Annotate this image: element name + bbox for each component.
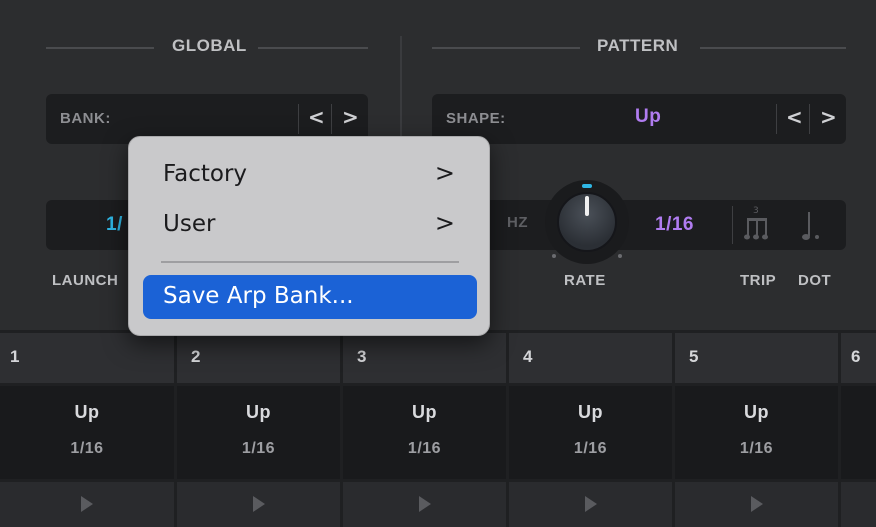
- dotted-note-icon[interactable]: [800, 204, 830, 244]
- step-shape: Up: [412, 402, 437, 422]
- global-divider-right: [258, 47, 368, 49]
- play-icon: [252, 496, 265, 512]
- knob-min-mark: [552, 254, 556, 258]
- step-rate: 1/16: [739, 440, 774, 457]
- step-cell[interactable]: Up 1/16: [343, 386, 506, 479]
- menu-item-user[interactable]: User >: [143, 203, 477, 247]
- step-shape: Up: [578, 402, 603, 422]
- dot-label: DOT: [798, 272, 832, 289]
- step-header[interactable]: 2: [177, 333, 340, 383]
- step-cell[interactable]: [841, 386, 876, 479]
- step-number: 1: [10, 347, 20, 366]
- step-rate: 1/16: [407, 440, 442, 457]
- triplet-icon[interactable]: 3: [744, 204, 774, 244]
- step-header[interactable]: 3: [343, 333, 506, 383]
- step-header[interactable]: 5: [675, 333, 838, 383]
- play-icon: [584, 496, 597, 512]
- step-number: 4: [523, 347, 533, 366]
- play-icon: [418, 496, 431, 512]
- pattern-section-title: PATTERN: [597, 36, 679, 55]
- step-header[interactable]: 1: [0, 333, 174, 383]
- step-number: 3: [357, 347, 367, 366]
- step-header[interactable]: 4: [509, 333, 672, 383]
- menu-item-label: Factory: [163, 161, 248, 187]
- step-cell[interactable]: Up 1/16: [509, 386, 672, 479]
- launch-value: 1/: [106, 214, 123, 235]
- global-divider-left: [46, 47, 154, 49]
- menu-item-label: User: [163, 211, 216, 237]
- menu-separator: [161, 261, 459, 263]
- knob-max-mark: [618, 254, 622, 258]
- step-number: 5: [689, 347, 699, 366]
- launch-label: LAUNCH: [52, 272, 119, 289]
- shape-label: SHAPE:: [446, 110, 506, 127]
- step-play-button[interactable]: [177, 482, 340, 527]
- step-shape: Up: [246, 402, 271, 422]
- step-play-button[interactable]: [509, 482, 672, 527]
- step-shape: Up: [74, 402, 100, 422]
- shape-nav: < >: [776, 94, 842, 144]
- step-number: 2: [191, 347, 201, 366]
- bank-label: BANK:: [60, 110, 111, 127]
- shape-next-icon[interactable]: >: [820, 105, 837, 129]
- bank-next-icon[interactable]: >: [342, 105, 359, 129]
- svg-text:3: 3: [753, 206, 759, 216]
- shape-selector[interactable]: SHAPE: Up < >: [432, 94, 846, 144]
- step-rate: 1/16: [573, 440, 608, 457]
- submenu-arrow-icon: >: [434, 209, 455, 237]
- rate-knob-pointer: [585, 196, 589, 216]
- step-play-button[interactable]: [343, 482, 506, 527]
- rate-value: 1/16: [655, 214, 694, 235]
- step-play-button[interactable]: [675, 482, 838, 527]
- step-play-button[interactable]: [0, 482, 174, 527]
- step-cell[interactable]: Up 1/16: [0, 386, 174, 479]
- step-cell[interactable]: Up 1/16: [675, 386, 838, 479]
- step-play-button[interactable]: [841, 482, 876, 527]
- shape-prev-icon[interactable]: <: [786, 105, 803, 129]
- step-header[interactable]: 6: [841, 333, 876, 383]
- bank-prev-icon[interactable]: <: [308, 105, 325, 129]
- play-icon: [750, 496, 763, 512]
- step-rate: 1/16: [70, 440, 104, 457]
- rate-knob-indicator: [582, 184, 592, 188]
- play-icon: [81, 496, 93, 512]
- step-number: 6: [851, 347, 861, 366]
- menu-item-save-arp-bank[interactable]: Save Arp Bank...: [143, 275, 477, 319]
- shape-value: Up: [635, 106, 662, 127]
- step-rate: 1/16: [241, 440, 276, 457]
- trip-label: TRIP: [740, 272, 777, 289]
- menu-item-label: Save Arp Bank...: [163, 283, 354, 309]
- step-shape: Up: [744, 402, 769, 422]
- hz-label: HZ: [507, 214, 528, 231]
- pattern-divider-left: [432, 47, 580, 49]
- menu-item-factory[interactable]: Factory >: [143, 153, 477, 197]
- step-cell[interactable]: Up 1/16: [177, 386, 340, 479]
- pattern-divider-right: [700, 47, 846, 49]
- rate-label: RATE: [564, 272, 606, 289]
- global-section-title: GLOBAL: [172, 36, 247, 55]
- submenu-arrow-icon: >: [434, 159, 455, 187]
- rate-separator: [732, 206, 733, 244]
- bank-context-menu: Factory > User > Save Arp Bank...: [128, 136, 490, 336]
